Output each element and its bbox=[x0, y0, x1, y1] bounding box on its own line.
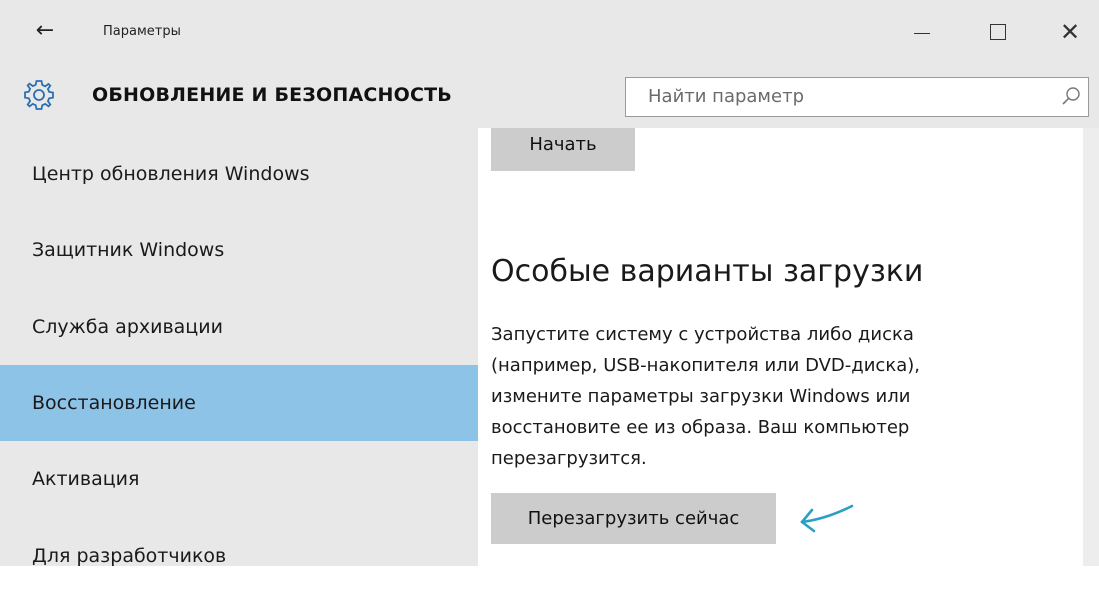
sidebar-item-windows-defender[interactable]: Защитник Windows bbox=[0, 212, 478, 288]
sidebar-item-backup[interactable]: Служба архивации bbox=[0, 289, 478, 365]
sidebar-item-label: Восстановление bbox=[32, 392, 196, 414]
sidebar-item-label: Служба архивации bbox=[32, 316, 223, 338]
start-button[interactable]: Начать bbox=[491, 128, 635, 171]
search-box[interactable] bbox=[625, 77, 1089, 117]
section-header: ОБНОВЛЕНИЕ И БЕЗОПАСНОСТЬ bbox=[0, 66, 1099, 128]
minimize-icon bbox=[914, 33, 930, 34]
main-content: Начать Особые варианты загрузки Запустит… bbox=[478, 128, 1083, 566]
sidebar-item-label: Активация bbox=[32, 468, 140, 490]
sidebar-item-recovery[interactable]: Восстановление bbox=[0, 365, 478, 441]
sidebar: Центр обновления Windows Защитник Window… bbox=[0, 128, 478, 567]
back-arrow-icon[interactable]: ← bbox=[30, 16, 60, 46]
description-line: восстановите ее из образа. Ваш компьютер bbox=[491, 417, 910, 438]
sidebar-item-windows-update[interactable]: Центр обновления Windows bbox=[0, 136, 478, 212]
search-input[interactable] bbox=[626, 78, 1058, 115]
minimize-button[interactable] bbox=[902, 12, 942, 52]
maximize-button[interactable] bbox=[978, 12, 1018, 52]
restart-now-button[interactable]: Перезагрузить сейчас bbox=[491, 493, 776, 544]
description-line: измените параметры загрузки Windows или bbox=[491, 386, 911, 407]
advanced-startup-heading: Особые варианты загрузки bbox=[491, 254, 924, 289]
sidebar-item-for-developers[interactable]: Для разработчиков bbox=[0, 518, 478, 594]
window-title: Параметры bbox=[103, 24, 181, 39]
description-line: (например, USB-накопителя или DVD-диска)… bbox=[491, 355, 920, 376]
close-button[interactable]: ✕ bbox=[1050, 12, 1090, 52]
advanced-startup-description: Запустите систему с устройства либо диск… bbox=[491, 319, 1011, 474]
description-line: перезагрузится. bbox=[491, 448, 647, 469]
annotation-arrow-icon bbox=[800, 504, 854, 533]
search-icon[interactable] bbox=[1060, 85, 1082, 107]
close-icon: ✕ bbox=[1059, 18, 1081, 46]
maximize-icon bbox=[990, 24, 1006, 40]
title-bar: ← Параметры ✕ bbox=[0, 0, 1099, 66]
sidebar-item-activation[interactable]: Активация bbox=[0, 441, 478, 517]
scrollbar[interactable] bbox=[1083, 128, 1099, 566]
gear-icon bbox=[24, 80, 54, 110]
page-title: ОБНОВЛЕНИЕ И БЕЗОПАСНОСТЬ bbox=[92, 84, 452, 106]
sidebar-item-label: Для разработчиков bbox=[32, 545, 227, 567]
sidebar-item-label: Центр обновления Windows bbox=[32, 163, 310, 185]
sidebar-item-label: Защитник Windows bbox=[32, 239, 225, 261]
description-line: Запустите систему с устройства либо диск… bbox=[491, 324, 914, 345]
